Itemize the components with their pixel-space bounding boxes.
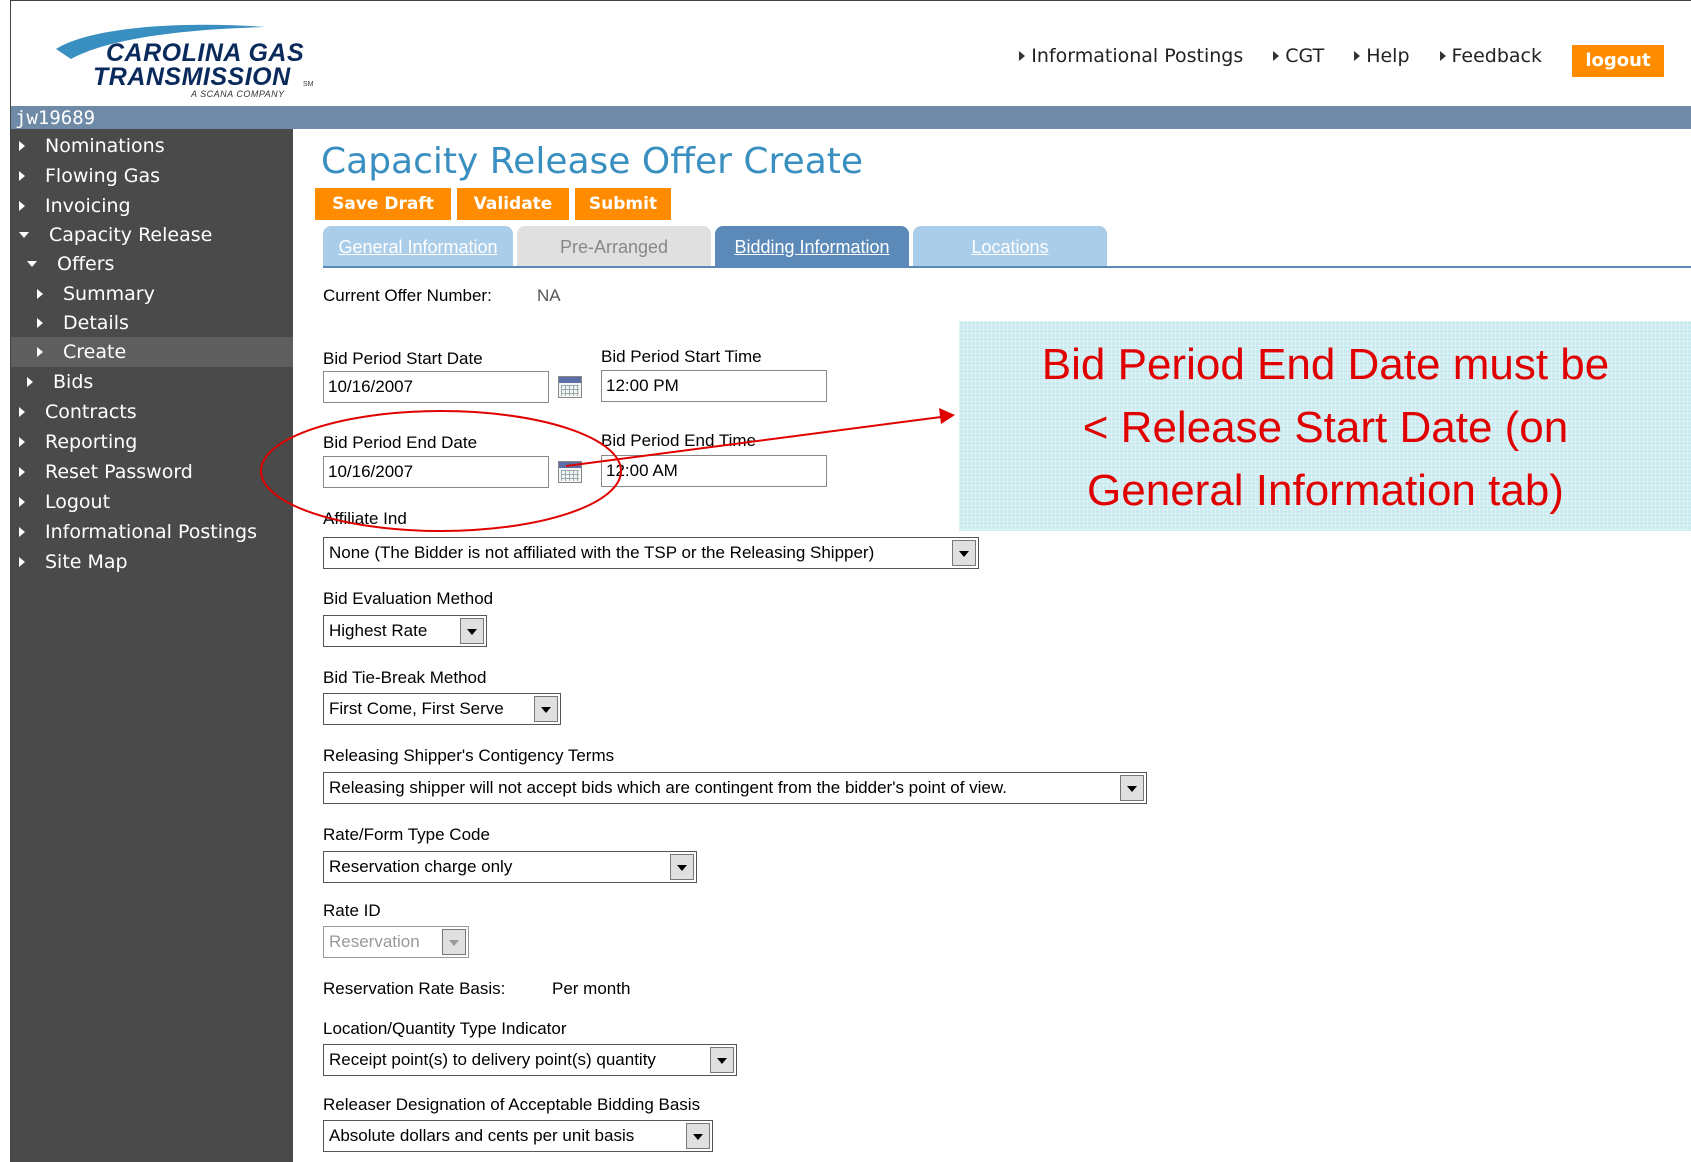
annotation-circle bbox=[260, 410, 622, 532]
annotation-overlay bbox=[260, 408, 955, 532]
app-window: CAROLINA GAS TRANSMISSION SM A SCANA COM… bbox=[10, 0, 1691, 1162]
annotation-arrow-head bbox=[939, 408, 955, 424]
annotation-arrow-line bbox=[565, 416, 942, 467]
